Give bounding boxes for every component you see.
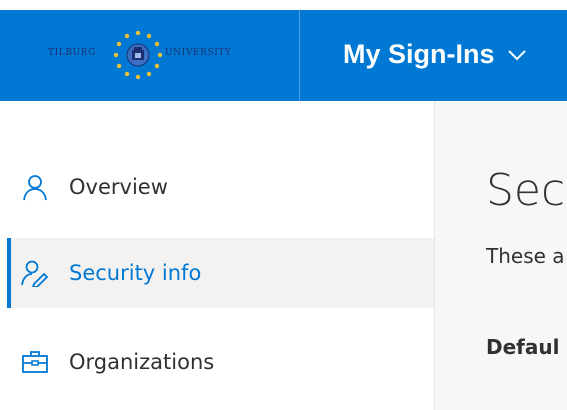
header-divider bbox=[299, 10, 300, 101]
sidebar-item-label: Overview bbox=[69, 175, 168, 199]
person-key-icon bbox=[21, 260, 49, 287]
page-title: Sec bbox=[486, 165, 566, 216]
briefcase-icon bbox=[22, 351, 48, 373]
sidebar-item-label: Security info bbox=[69, 261, 202, 285]
logo-text-right: UNIVERSITY bbox=[165, 48, 232, 58]
app-frame: TILBURG UNIVERSITY My Sign-Ins Overview … bbox=[0, 0, 567, 410]
page-description: These a bbox=[486, 244, 565, 268]
sidebar-item-security-info[interactable]: Security info bbox=[7, 238, 434, 308]
sidebar-nav: Overview Security info Organizations bbox=[0, 101, 435, 410]
university-logo[interactable]: TILBURG UNIVERSITY bbox=[7, 10, 299, 101]
university-seal-icon bbox=[113, 30, 163, 80]
default-method-label: Defaul bbox=[486, 335, 560, 359]
logo-text-left: TILBURG bbox=[48, 48, 96, 58]
top-header: TILBURG UNIVERSITY My Sign-Ins bbox=[0, 10, 567, 101]
chevron-down-icon bbox=[507, 50, 526, 61]
sidebar-item-label: Organizations bbox=[69, 350, 215, 374]
sidebar-item-overview[interactable]: Overview bbox=[7, 152, 434, 222]
person-icon bbox=[23, 175, 47, 201]
sidebar-item-organizations[interactable]: Organizations bbox=[7, 327, 434, 397]
app-title: My Sign-Ins bbox=[343, 39, 495, 69]
main-content: Sec These a Defaul bbox=[435, 101, 567, 410]
app-switcher[interactable]: My Sign-Ins bbox=[343, 34, 527, 74]
